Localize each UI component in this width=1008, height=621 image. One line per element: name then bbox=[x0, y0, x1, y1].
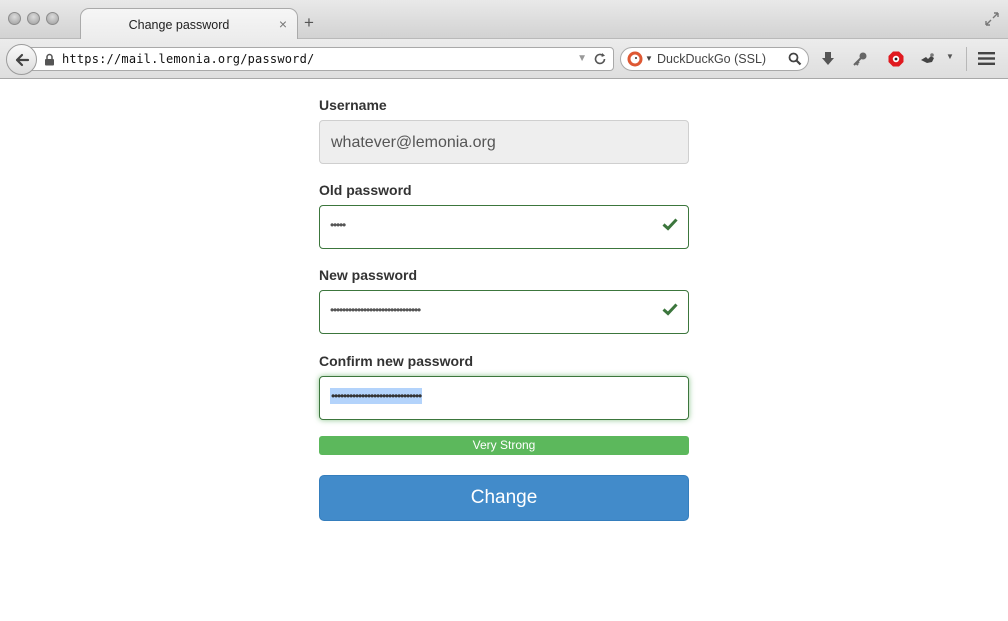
download-icon[interactable] bbox=[820, 51, 836, 67]
new-password-label: New password bbox=[319, 267, 418, 283]
tab-title: Change password bbox=[128, 18, 230, 32]
confirm-password-value: •••••••••••••••••••••••••••••• bbox=[330, 388, 422, 404]
back-arrow-icon bbox=[15, 53, 29, 66]
window-titlebar: Change password × + bbox=[0, 0, 1008, 40]
url-text[interactable]: https://mail.lemonia.org/password/ bbox=[62, 52, 314, 66]
extension-icon[interactable] bbox=[919, 51, 937, 67]
old-password-field[interactable]: ••••• bbox=[319, 205, 689, 249]
reload-icon[interactable] bbox=[593, 52, 607, 66]
duckduckgo-icon bbox=[627, 51, 643, 67]
username-value: whatever@lemonia.org bbox=[331, 134, 496, 151]
old-password-label: Old password bbox=[319, 182, 412, 198]
lock-icon bbox=[45, 53, 54, 66]
tab-change-password[interactable]: Change password × bbox=[80, 8, 298, 40]
new-tab-button[interactable]: + bbox=[304, 14, 314, 31]
zoom-window-button[interactable] bbox=[46, 12, 59, 25]
confirm-password-field[interactable]: •••••••••••••••••••••••••••••• bbox=[319, 376, 689, 420]
username-label: Username bbox=[319, 97, 387, 113]
menu-icon[interactable] bbox=[978, 51, 995, 66]
engine-dropdown-icon[interactable]: ▼ bbox=[645, 54, 653, 63]
search-placeholder[interactable]: DuckDuckGo (SSL) bbox=[657, 52, 766, 66]
search-icon[interactable] bbox=[788, 52, 802, 66]
close-window-button[interactable] bbox=[8, 12, 21, 25]
navigation-toolbar: https://mail.lemonia.org/password/ ▼ ▼ D… bbox=[0, 39, 1008, 79]
username-field: whatever@lemonia.org bbox=[319, 120, 689, 164]
adblock-icon[interactable] bbox=[888, 51, 904, 67]
checkmark-icon bbox=[662, 218, 678, 231]
checkmark-icon bbox=[662, 303, 678, 316]
confirm-password-label: Confirm new password bbox=[319, 353, 474, 369]
new-password-value: •••••••••••••••••••••••••••••• bbox=[330, 303, 421, 317]
url-bar[interactable]: https://mail.lemonia.org/password/ ▼ bbox=[30, 47, 614, 71]
key-icon[interactable] bbox=[852, 51, 868, 67]
url-history-dropdown-icon[interactable]: ▼ bbox=[577, 53, 587, 64]
minimize-window-button[interactable] bbox=[27, 12, 40, 25]
old-password-value: ••••• bbox=[330, 218, 346, 232]
restore-icon[interactable] bbox=[984, 11, 1000, 27]
tab-close-icon[interactable]: × bbox=[279, 16, 287, 32]
extension-dropdown-icon[interactable]: ▼ bbox=[946, 52, 954, 61]
search-bar[interactable]: ▼ DuckDuckGo (SSL) bbox=[620, 47, 809, 71]
new-password-field[interactable]: •••••••••••••••••••••••••••••• bbox=[319, 290, 689, 334]
toolbar-separator bbox=[966, 47, 967, 71]
back-button[interactable] bbox=[6, 44, 37, 75]
password-strength-bar: Very Strong bbox=[319, 436, 689, 455]
change-button[interactable]: Change bbox=[319, 475, 689, 521]
